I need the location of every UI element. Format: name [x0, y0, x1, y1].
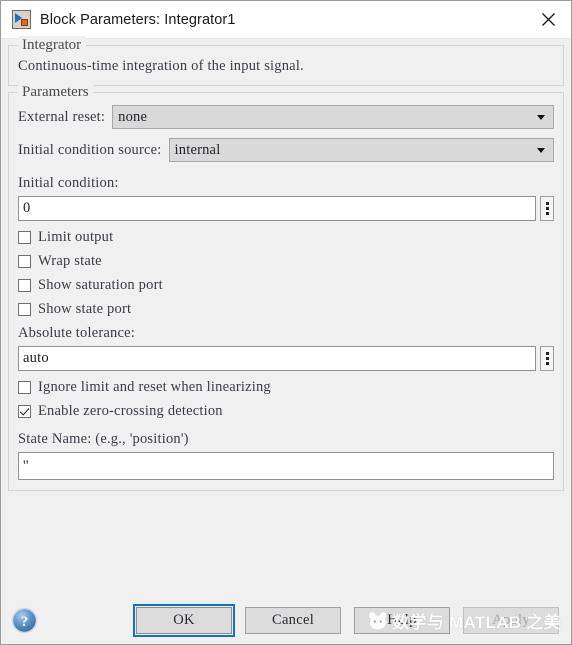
description-group: Integrator Continuous-time integration o…	[8, 36, 564, 86]
ok-button[interactable]: OK	[133, 603, 235, 637]
lower-checkbox-list: Ignore limit and reset when linearizing …	[18, 379, 554, 420]
checkbox-box[interactable]	[18, 231, 31, 244]
checkbox-label: Ignore limit and reset when linearizing	[38, 379, 271, 395]
state-name-input[interactable]: ''	[18, 452, 554, 480]
title-bar: Block Parameters: Integrator1	[1, 1, 571, 39]
dot-glyph	[545, 207, 549, 210]
checkbox-box[interactable]	[18, 405, 31, 418]
dot-glyph	[545, 212, 549, 215]
external-reset-dropdown[interactable]: none	[112, 105, 554, 129]
help-circle-icon[interactable]: ?	[11, 607, 38, 634]
checkbox-box[interactable]	[18, 255, 31, 268]
absolute-tolerance-input-row: auto	[18, 346, 554, 371]
simulink-block-icon	[12, 10, 31, 29]
external-reset-label: External reset:	[18, 108, 106, 125]
state-name-label: State Name: (e.g., 'position')	[18, 431, 189, 447]
block-description-text: Continuous-time integration of the input…	[18, 58, 304, 74]
block-parameters-dialog: Block Parameters: Integrator1 Integrator…	[0, 0, 572, 645]
cancel-button[interactable]: Cancel	[245, 606, 341, 634]
state-name-block: State Name: (e.g., 'position') ''	[18, 431, 554, 480]
absolute-tolerance-more-options-button[interactable]	[540, 346, 554, 371]
dot-glyph	[545, 362, 549, 365]
footer-buttons: OK Cancel Help Apply	[38, 603, 561, 637]
initial-condition-input[interactable]: 0	[18, 196, 536, 221]
initial-condition-source-label: Initial condition source:	[18, 141, 162, 158]
initial-condition-source-dropdown[interactable]: internal	[168, 138, 554, 162]
svg-text:?: ?	[21, 614, 29, 630]
help-button[interactable]: Help	[354, 606, 450, 634]
upper-checkbox-list: Limit output Wrap state Show saturation …	[18, 229, 554, 318]
checkbox-enable-zero-crossing-detection[interactable]: Enable zero-crossing detection	[18, 403, 554, 420]
apply-button[interactable]: Apply	[463, 606, 559, 634]
checkbox-box[interactable]	[18, 303, 31, 316]
parameters-group: Parameters External reset: none Initial …	[8, 83, 564, 491]
dialog-content: Integrator Continuous-time integration o…	[1, 36, 571, 596]
dot-glyph	[545, 202, 549, 205]
dot-glyph	[545, 352, 549, 355]
chevron-down-icon	[537, 115, 545, 120]
initial-condition-more-options-button[interactable]	[540, 196, 554, 221]
initial-condition-source-value: internal	[174, 141, 221, 158]
initial-condition-label: Initial condition:	[18, 175, 119, 191]
checkbox-box[interactable]	[18, 381, 31, 394]
checkbox-label: Enable zero-crossing detection	[38, 403, 223, 419]
external-reset-row: External reset: none	[18, 105, 554, 129]
close-icon[interactable]	[526, 1, 571, 38]
square-shape	[21, 19, 28, 26]
dot-glyph	[545, 357, 549, 360]
checkbox-limit-output[interactable]: Limit output	[18, 229, 554, 246]
checkbox-ignore-limit-and-reset[interactable]: Ignore limit and reset when linearizing	[18, 379, 554, 396]
parameters-group-legend: Parameters	[18, 83, 94, 102]
description-group-legend: Integrator	[18, 36, 87, 55]
external-reset-value: none	[118, 108, 148, 125]
checkbox-label: Show state port	[38, 301, 132, 317]
initial-condition-input-row: 0	[18, 196, 554, 221]
absolute-tolerance-block: Absolute tolerance: auto	[18, 325, 554, 371]
initial-condition-source-row: Initial condition source: internal	[18, 138, 554, 162]
dialog-footer: ? OK Cancel Help Apply 数学与 MATLAB 之美	[1, 596, 571, 644]
absolute-tolerance-input[interactable]: auto	[18, 346, 536, 371]
checkbox-box[interactable]	[18, 279, 31, 292]
checkbox-show-saturation-port[interactable]: Show saturation port	[18, 277, 554, 294]
checkbox-wrap-state[interactable]: Wrap state	[18, 253, 554, 270]
chevron-down-icon	[537, 148, 545, 153]
checkbox-label: Limit output	[38, 229, 114, 245]
initial-condition-block: Initial condition: 0	[18, 175, 554, 221]
checkbox-label: Show saturation port	[38, 277, 163, 293]
checkbox-show-state-port[interactable]: Show state port	[18, 301, 554, 318]
absolute-tolerance-label: Absolute tolerance:	[18, 325, 135, 341]
checkbox-label: Wrap state	[38, 253, 102, 269]
window-title: Block Parameters: Integrator1	[40, 11, 236, 28]
